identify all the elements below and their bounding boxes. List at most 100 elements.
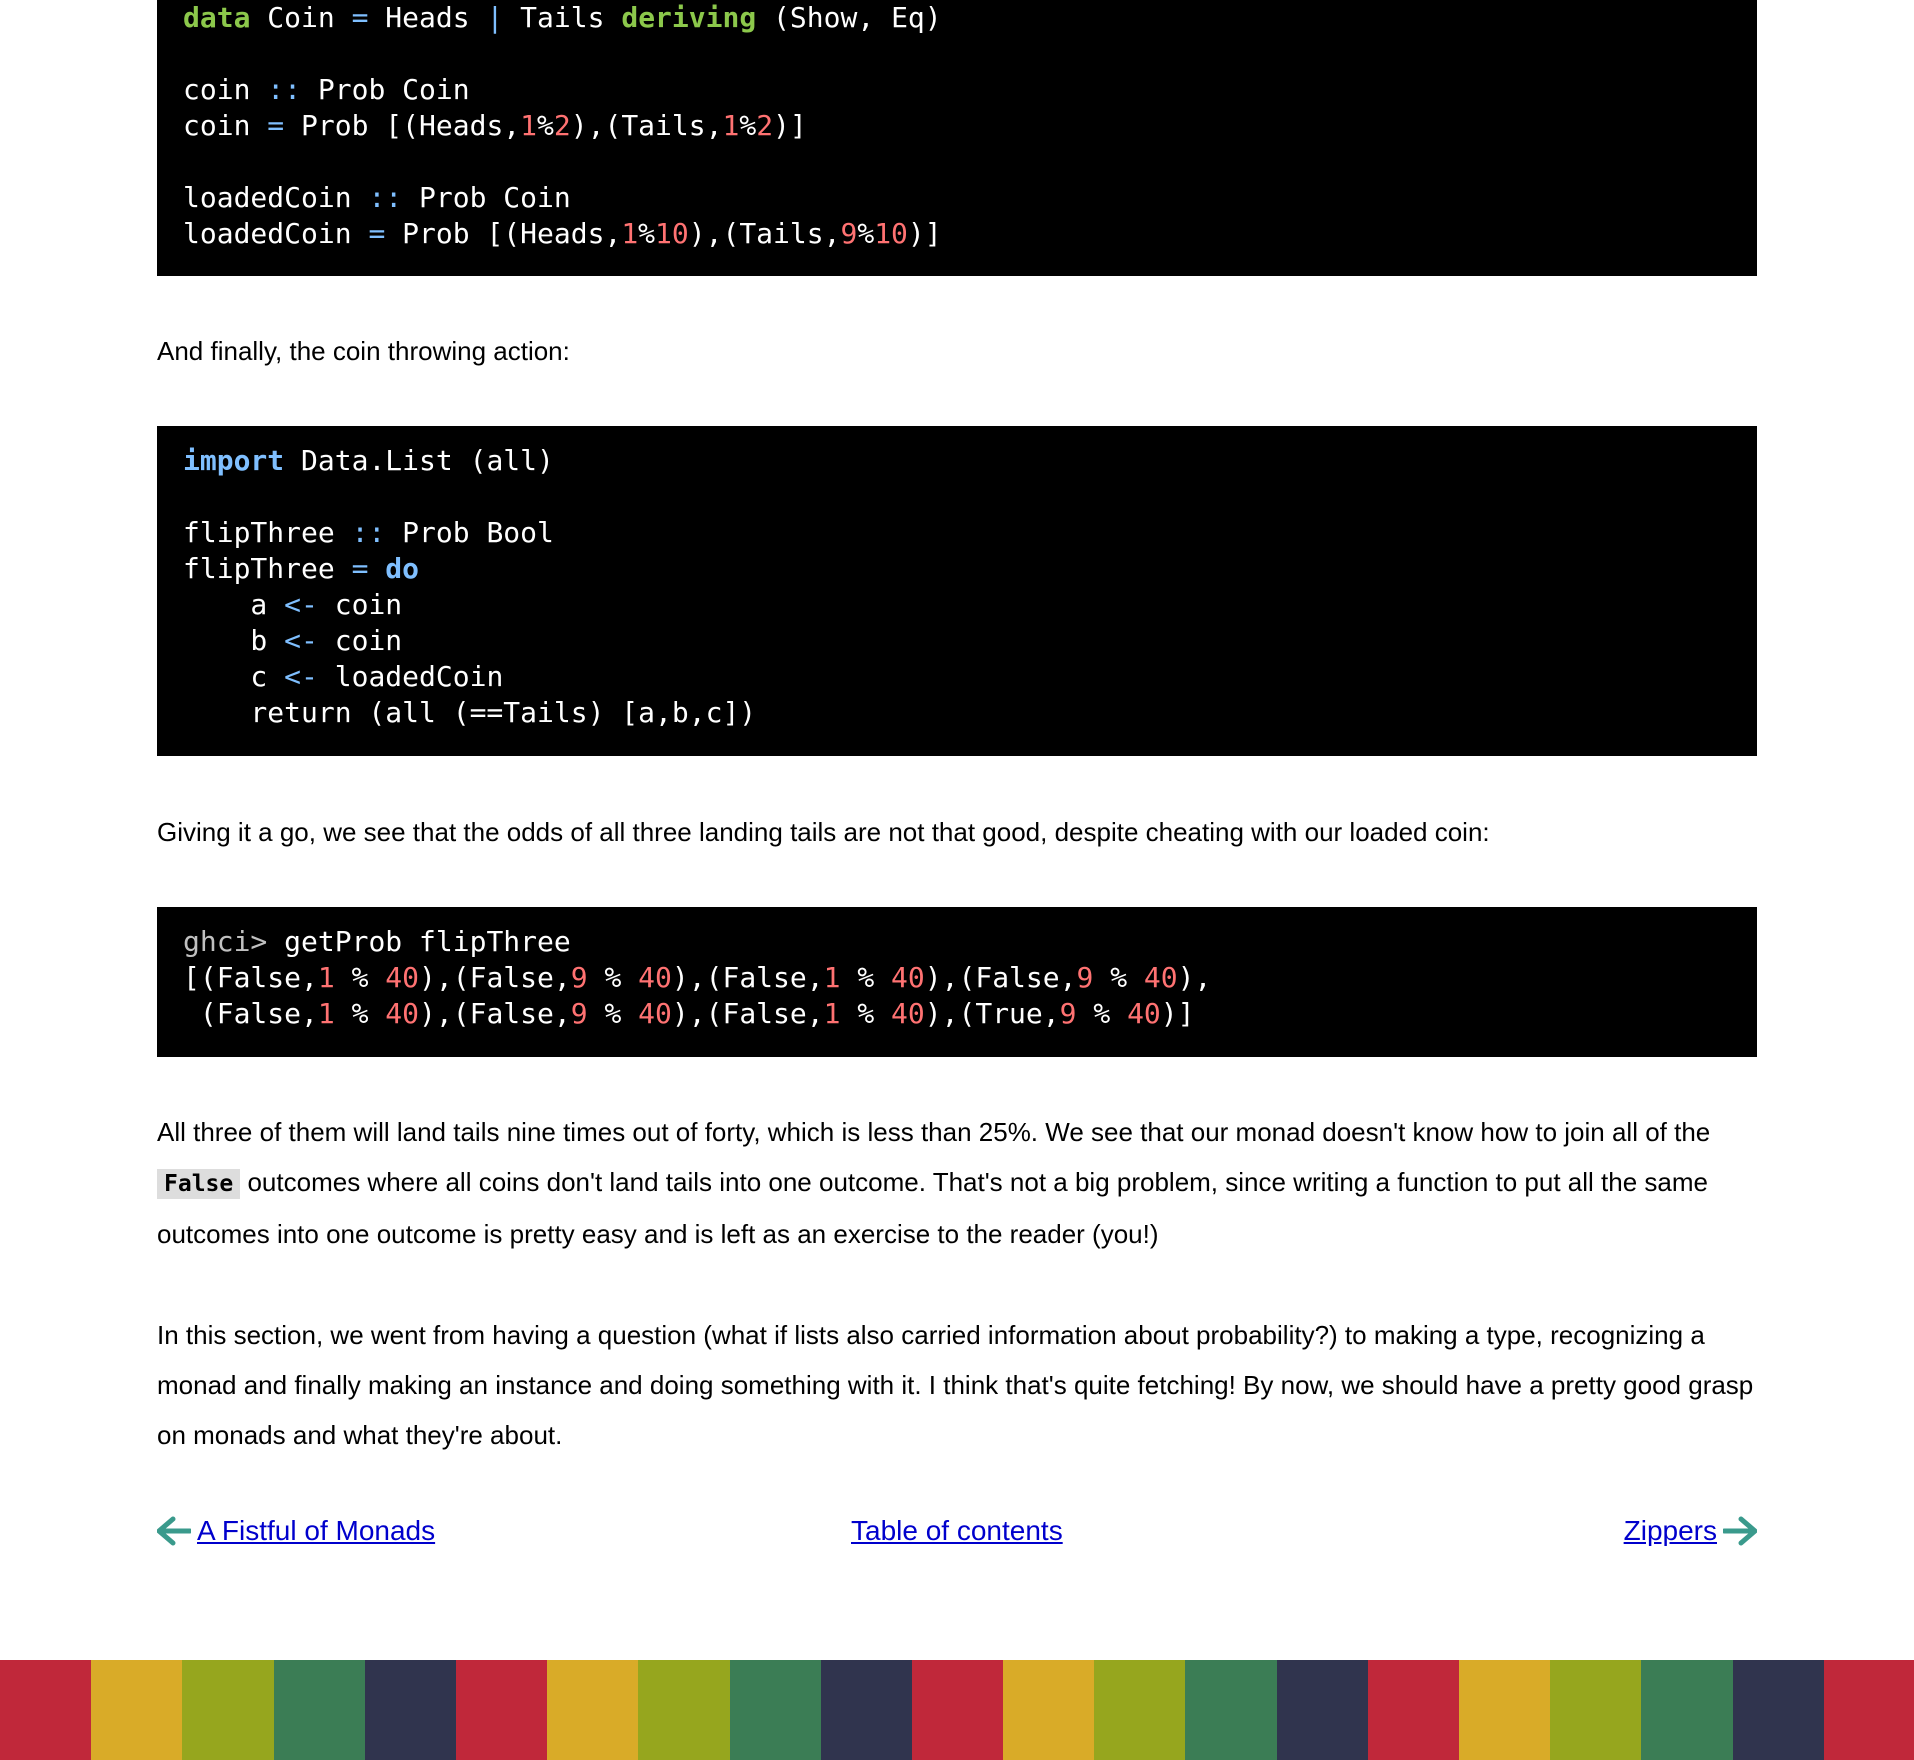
footer-stripe bbox=[820, 1660, 912, 1760]
paragraph-text-before-code: All three of them will land tails nine t… bbox=[157, 1117, 1711, 1147]
code-token: 9 bbox=[570, 961, 588, 994]
code-line: data Coin = Heads | Tails deriving (Show… bbox=[183, 0, 1731, 36]
code-token: | bbox=[486, 1, 504, 34]
code-token: % bbox=[739, 109, 757, 142]
code-line: import Data.List (all) bbox=[183, 443, 1731, 479]
code-token: ghci> bbox=[183, 925, 268, 958]
code-token: % bbox=[334, 997, 386, 1030]
code-token: Coin bbox=[250, 1, 352, 34]
code-token: Tails bbox=[503, 1, 622, 34]
code-token: % bbox=[840, 961, 892, 994]
code-token: 9 bbox=[1059, 997, 1077, 1030]
arrow-right-icon bbox=[1721, 1516, 1758, 1546]
code-token: Data.List (all) bbox=[284, 444, 554, 477]
code-token: )] bbox=[907, 217, 942, 250]
code-token: % bbox=[587, 961, 639, 994]
code-token: ),(False, bbox=[419, 997, 571, 1030]
paragraph-coin-throwing: And finally, the coin throwing action: bbox=[157, 336, 570, 366]
code-token: % bbox=[537, 109, 554, 142]
code-token: 40 bbox=[891, 961, 925, 994]
paragraph-giving-it-a-go: Giving it a go, we see that the odds of … bbox=[157, 817, 1490, 847]
code-token: Prob Coin bbox=[301, 73, 470, 106]
code-token: 10 bbox=[655, 217, 689, 250]
inline-code-false: False bbox=[157, 1169, 241, 1199]
code-token: = bbox=[267, 109, 285, 142]
code-line: a <- coin bbox=[183, 587, 1731, 623]
code-line: loadedCoin = Prob [(Heads,1%10),(Tails,9… bbox=[183, 216, 1731, 252]
footer-stripe bbox=[273, 1660, 365, 1760]
code-token: % bbox=[1093, 961, 1144, 994]
code-token: a bbox=[183, 588, 285, 621]
code-line: (False,1 % 40),(False,9 % 40),(False,1 %… bbox=[183, 996, 1731, 1032]
code-token: ),(False, bbox=[419, 961, 571, 994]
code-line: c <- loadedCoin bbox=[183, 659, 1731, 695]
footer-stripe bbox=[729, 1660, 821, 1760]
code-token: % bbox=[857, 217, 875, 250]
code-token: ), bbox=[1177, 961, 1212, 994]
code-token: 40 bbox=[638, 997, 672, 1030]
code-token: 10 bbox=[874, 217, 908, 250]
code-token: return (all (==Tails) [a,b,c]) bbox=[183, 696, 757, 729]
code-token: = bbox=[368, 217, 386, 250]
code-block-ghci-output: ghci> getProb flipThree [(False,1 % 40),(… bbox=[157, 907, 1757, 1057]
prev-chapter-nav: A Fistful of Monads bbox=[156, 1515, 435, 1547]
footer-stripe bbox=[91, 1660, 183, 1760]
code-token: getProb flipThree bbox=[267, 925, 571, 958]
code-line: coin :: Prob Coin bbox=[183, 72, 1731, 108]
code-token: 40 bbox=[891, 997, 925, 1030]
footer-color-stripes bbox=[0, 1660, 1914, 1760]
next-chapter-link[interactable]: Zippers bbox=[1624, 1515, 1717, 1547]
code-token: loadedCoin bbox=[183, 217, 369, 250]
code-token: c bbox=[183, 660, 285, 693]
code-token: )] bbox=[1160, 997, 1195, 1030]
footer-stripe bbox=[364, 1660, 456, 1760]
code-block-coin-definitions: data Coin = Heads | Tails deriving (Show… bbox=[157, 0, 1757, 276]
code-token: % bbox=[334, 961, 386, 994]
next-chapter-nav: Zippers bbox=[1624, 1515, 1758, 1547]
paragraph-text-after-code: outcomes where all coins don't land tail… bbox=[157, 1167, 1708, 1249]
code-token: coin bbox=[183, 109, 268, 142]
footer-stripe bbox=[1732, 1660, 1824, 1760]
code-token: 1 bbox=[823, 997, 841, 1030]
code-token: Prob Bool bbox=[385, 516, 554, 549]
footer-stripe bbox=[1276, 1660, 1368, 1760]
prev-chapter-link[interactable]: A Fistful of Monads bbox=[197, 1515, 435, 1547]
code-token: (False, bbox=[183, 997, 318, 1030]
code-token: 1 bbox=[722, 109, 740, 142]
code-token: flipThree bbox=[183, 516, 352, 549]
paragraph-section-summary: In this section, we went from having a q… bbox=[157, 1320, 1754, 1450]
footer-stripe bbox=[638, 1660, 730, 1760]
code-token: coin bbox=[317, 588, 403, 621]
code-token: :: bbox=[351, 516, 386, 549]
footer-stripe bbox=[1094, 1660, 1186, 1760]
footer-stripe bbox=[455, 1660, 548, 1760]
code-token: data bbox=[183, 1, 251, 34]
code-token: (Show, Eq) bbox=[756, 1, 942, 34]
code-token: Prob [(Heads, bbox=[385, 217, 622, 250]
footer-stripe bbox=[1641, 1660, 1733, 1760]
code-line: ghci> getProb flipThree bbox=[183, 924, 1731, 960]
code-token: <- bbox=[284, 660, 318, 693]
code-token: = bbox=[351, 1, 369, 34]
footer-stripe bbox=[1459, 1660, 1551, 1760]
table-of-contents-link[interactable]: Table of contents bbox=[851, 1515, 1063, 1546]
code-token: % bbox=[587, 997, 639, 1030]
code-token: [(False, bbox=[183, 961, 318, 994]
code-token: ),(True, bbox=[924, 997, 1060, 1030]
footer-stripe bbox=[911, 1660, 1004, 1760]
code-token: <- bbox=[284, 588, 318, 621]
code-line: coin = Prob [(Heads,1%2),(Tails,1%2)] bbox=[183, 108, 1731, 144]
code-token: coin bbox=[317, 624, 403, 657]
footer-stripe bbox=[547, 1660, 639, 1760]
toc-nav: Table of contents bbox=[851, 1515, 1063, 1547]
code-token: % bbox=[1076, 997, 1128, 1030]
code-line: b <- coin bbox=[183, 623, 1731, 659]
code-token: flipThree bbox=[183, 552, 352, 585]
code-token: 1 bbox=[823, 961, 841, 994]
footer-stripe bbox=[182, 1660, 274, 1760]
code-token: ),(False, bbox=[671, 997, 824, 1030]
code-token: 40 bbox=[385, 961, 420, 994]
